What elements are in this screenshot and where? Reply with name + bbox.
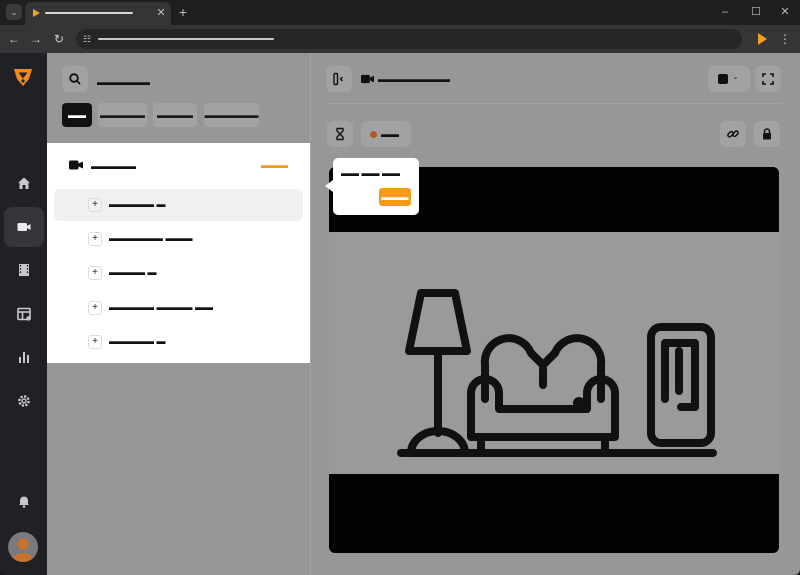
nav-settings[interactable]: [4, 381, 44, 421]
header-divider: [326, 103, 782, 104]
filter-tab-4[interactable]: ▬▬▬▬▬▬: [204, 103, 259, 127]
extension-icon[interactable]: [758, 33, 767, 45]
fullscreen-icon: [762, 73, 774, 85]
dropdown-title: ▬▬▬▬▬: [91, 161, 136, 171]
list-item[interactable]: + ▬▬▬▬▬ ▬: [54, 326, 303, 358]
camera-preview[interactable]: [329, 167, 779, 553]
timeline-button[interactable]: [327, 121, 353, 147]
list-item-label: ▬▬▬▬▬ ▬▬▬▬ ▬▬: [109, 302, 214, 312]
browser-window: ⌄ ✕ + – ☐ ✕ ← → ↻ ☷ ⋮ ▬▬▬▬▬▬ ▬▬ ▬▬▬▬▬ ▬▬…: [0, 0, 800, 575]
brand-logo-icon[interactable]: [11, 65, 35, 89]
link-icon: [727, 130, 739, 138]
bell-icon: [19, 496, 29, 508]
plus-icon[interactable]: +: [88, 266, 102, 280]
list-item-label: ▬▬▬▬▬ ▬: [109, 199, 166, 209]
list-item[interactable]: + ▬▬▬▬▬ ▬: [54, 189, 303, 221]
letterbox-bottom: [329, 474, 779, 553]
plus-icon[interactable]: +: [88, 335, 102, 349]
address-bar: ← → ↻ ☷ ⋮: [0, 25, 800, 53]
layout-icon: [17, 307, 31, 321]
app: ▬▬▬▬▬▬ ▬▬ ▬▬▬▬▬ ▬▬▬▬ ▬▬▬▬▬▬ ▬▬▬▬▬ ▬▬▬ + …: [0, 53, 800, 575]
close-window-button[interactable]: ✕: [778, 4, 792, 20]
search-button[interactable]: [62, 66, 88, 92]
nav-analytics[interactable]: [4, 337, 44, 377]
new-tab-button[interactable]: +: [176, 3, 190, 21]
toggle-panel-button[interactable]: [326, 66, 352, 92]
minimize-button[interactable]: –: [718, 4, 732, 20]
fullscreen-button[interactable]: [755, 66, 781, 92]
list-item[interactable]: + ▬▬▬▬▬ ▬▬▬▬ ▬▬: [54, 292, 303, 324]
filter-tab-1[interactable]: ▬▬: [62, 103, 92, 127]
lock-button[interactable]: [754, 121, 780, 147]
tooltip-text: ▬▬ ▬▬ ▬▬: [341, 168, 401, 178]
search-icon: [69, 73, 81, 85]
browser-menu-button[interactable]: ⋮: [779, 31, 791, 47]
hourglass-icon: [336, 127, 344, 141]
dropdown-action-link[interactable]: ▬▬▬: [261, 160, 288, 170]
share-link-button[interactable]: [720, 121, 746, 147]
nav-notifications[interactable]: [4, 481, 44, 521]
tooltip-popover: ▬▬ ▬▬ ▬▬ ▬▬▬: [325, 158, 419, 215]
tab-close-icon[interactable]: ✕: [155, 6, 167, 20]
forward-button[interactable]: →: [28, 31, 44, 47]
search-label: ▬▬▬▬▬▬: [97, 77, 150, 87]
url-input[interactable]: ☷: [76, 29, 742, 49]
tab-bar: ⌄ ✕ + – ☐ ✕: [0, 0, 800, 25]
camera-icon: [17, 223, 31, 231]
living-room-illustration: [397, 289, 717, 457]
camera-title: ▬▬▬▬▬▬▬▬: [378, 74, 450, 84]
nav-recordings[interactable]: [4, 250, 44, 290]
user-avatar-icon: [12, 538, 34, 562]
left-nav: [0, 53, 47, 575]
back-button[interactable]: ←: [6, 31, 22, 47]
list-item-label: ▬▬▬▬ ▬: [109, 267, 157, 277]
chart-icon: [19, 352, 29, 363]
avatar[interactable]: [8, 532, 38, 562]
lock-icon: [763, 128, 771, 140]
plus-icon[interactable]: +: [88, 232, 102, 246]
nav-home[interactable]: [4, 163, 44, 203]
tab-search-button[interactable]: ⌄: [6, 4, 22, 20]
add-camera-dropdown: ▬▬▬▬▬ ▬▬▬ + ▬▬▬▬▬ ▬ + ▬▬▬▬▬▬ ▬▬▬ + ▬▬▬▬ …: [47, 143, 310, 363]
camera-icon: [69, 160, 83, 170]
list-item[interactable]: + ▬▬▬▬▬▬ ▬▬▬: [54, 223, 303, 255]
maximize-button[interactable]: ☐: [749, 4, 763, 20]
plus-icon[interactable]: +: [88, 301, 102, 315]
film-icon: [19, 264, 29, 276]
status-badge[interactable]: ▬▬: [361, 121, 411, 147]
square-layout-icon: [718, 74, 728, 84]
layout-select[interactable]: ⌄: [708, 66, 750, 92]
plus-icon[interactable]: +: [88, 198, 102, 212]
chevron-down-icon: ⌄: [732, 72, 739, 81]
home-icon: [18, 177, 30, 189]
browser-tab[interactable]: ✕: [25, 2, 171, 25]
tab-title: [45, 12, 133, 14]
tooltip-confirm-button[interactable]: ▬▬▬: [379, 188, 411, 206]
camera-icon: [361, 74, 374, 84]
site-settings-icon[interactable]: ☷: [83, 34, 93, 44]
list-item-label: ▬▬▬▬▬ ▬: [109, 336, 166, 346]
panel-toggle-icon: [333, 72, 343, 86]
status-dot: [370, 131, 377, 138]
status-text: ▬▬: [381, 129, 399, 139]
panel-divider: [310, 53, 311, 575]
filter-tab-3[interactable]: ▬▬▬▬: [153, 103, 197, 127]
nav-dashboards[interactable]: [4, 294, 44, 334]
list-item-label: ▬▬▬▬▬▬ ▬▬▬: [109, 233, 193, 243]
nav-cameras[interactable]: [4, 207, 44, 247]
play-logo-icon: [33, 9, 40, 17]
reload-button[interactable]: ↻: [51, 31, 67, 47]
list-item[interactable]: + ▬▬▬▬ ▬: [54, 257, 303, 289]
filter-tab-2[interactable]: ▬▬▬▬▬: [98, 103, 147, 127]
url-text: [98, 38, 274, 40]
gear-icon: [18, 395, 30, 407]
